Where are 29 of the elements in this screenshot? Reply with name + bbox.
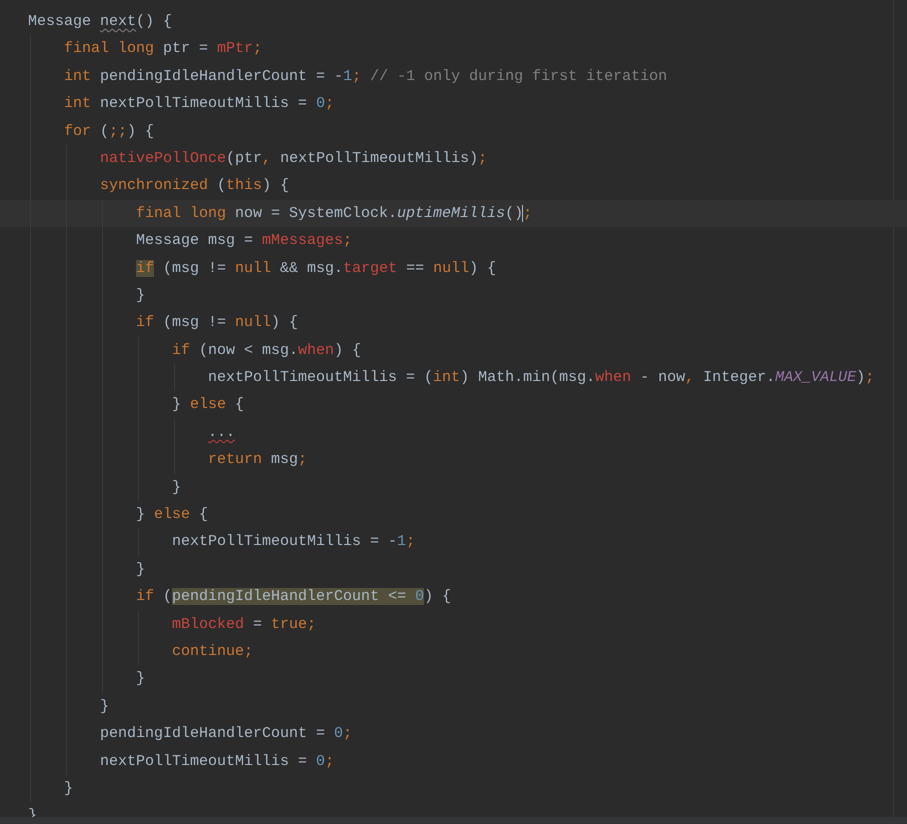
code-line: } else { <box>172 395 244 416</box>
code-line: nextPollTimeoutMillis = 0; <box>100 752 334 772</box>
code-line: Message msg = mMessages; <box>136 231 352 252</box>
code-line: continue; <box>172 642 254 662</box>
code-line: int pendingIdleHandlerCount = -1; // -1 only during first iteration <box>64 66 668 87</box>
code-line: if (msg != null && msg.target == null) { <box>136 258 496 279</box>
code-line: Message next() { <box>28 12 172 32</box>
code-line: int nextPollTimeoutMillis = 0; <box>64 94 334 114</box>
code-line: } <box>136 286 146 306</box>
code-line: if (msg != null) { <box>136 313 298 334</box>
code-line: synchronized (this) { <box>100 176 290 196</box>
code-line: } <box>136 560 146 580</box>
code-line: if (pendingIdleHandlerCount <= 0) { <box>136 587 452 608</box>
code-line: } <box>64 778 74 799</box>
code-line: } <box>172 478 182 498</box>
code-line: ... <box>208 422 236 443</box>
code-line: nextPollTimeoutMillis = (int) Math.min(msg.when - now, Integer.MAX_VALUE); <box>208 368 874 388</box>
code-line: } <box>136 669 146 690</box>
code-line: return msg; <box>208 450 308 470</box>
code-line: } else { <box>136 505 208 526</box>
code-line: } <box>100 696 110 717</box>
code-line: final long now = SystemClock.uptimeMillis(); <box>136 204 532 224</box>
code-line: nativePollOnce(ptr, nextPollTimeoutMillis); <box>100 148 488 169</box>
code-line: for (;;) { <box>64 122 154 142</box>
code-line: final long ptr = mPtr; <box>64 39 262 60</box>
code-line: pendingIdleHandlerCount = 0; <box>100 724 352 744</box>
code-line: if (now < msg.when) { <box>172 340 362 361</box>
code-line: mBlocked = true; <box>172 614 316 635</box>
code-line: nextPollTimeoutMillis = -1; <box>172 532 416 552</box>
